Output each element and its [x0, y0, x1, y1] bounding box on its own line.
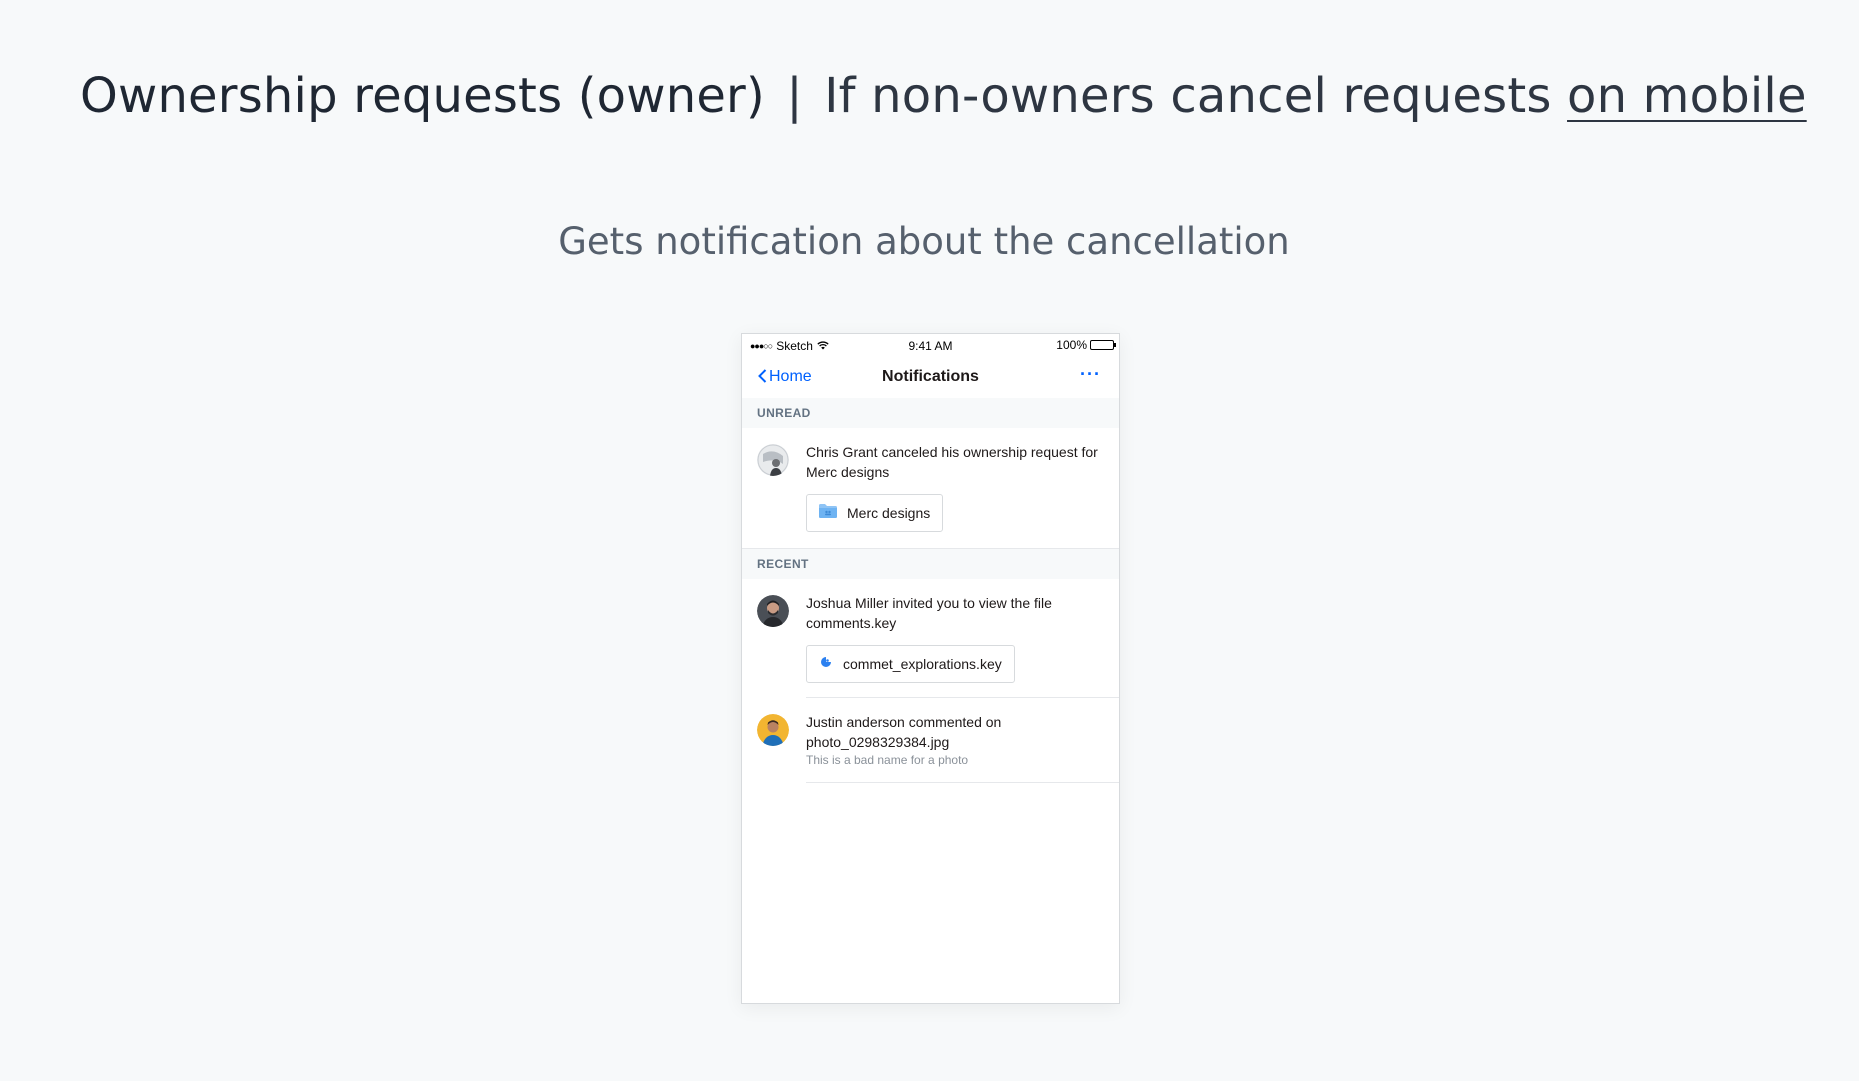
headline-subtitle: If non-owners cancel requests: [824, 68, 1552, 124]
nav-bar: Home Notifications ···: [742, 356, 1119, 398]
comment-preview: This is a bad name for a photo: [806, 753, 969, 767]
notification-text: Chris Grant canceled his ownership reque…: [806, 444, 1098, 480]
status-right: 100%: [1056, 338, 1116, 352]
file-chip-label: Merc designs: [847, 505, 931, 521]
divider: [806, 782, 1119, 783]
battery-icon: [1090, 340, 1116, 350]
headline-link[interactable]: on mobile: [1567, 68, 1807, 124]
file-chip-label: commet_explorations.key: [843, 656, 1002, 672]
page: Ownership requests (owner) | If non-owne…: [0, 0, 1859, 1081]
page-subheading: Gets notification about the cancellation: [558, 220, 1290, 263]
notification-text: Justin anderson commented on photo_02983…: [806, 714, 1002, 750]
section-header-recent: RECENT: [742, 549, 1119, 579]
file-chip[interactable]: commet_explorations.key: [806, 645, 1015, 683]
notification-item[interactable]: Joshua Miller invited you to view the fi…: [742, 579, 1119, 697]
shared-folder-icon: [819, 503, 837, 523]
notification-item[interactable]: Justin anderson commented on photo_02983…: [742, 698, 1119, 782]
more-dots-icon[interactable]: ···: [1080, 364, 1101, 385]
page-headline: Ownership requests (owner) | If non-owne…: [80, 68, 1807, 124]
status-bar: ●●●○○ Sketch 9:41 AM 100%: [742, 334, 1119, 356]
avatar: [757, 595, 789, 627]
avatar: [757, 444, 789, 476]
headline-separator: |: [786, 68, 803, 124]
file-chip[interactable]: Merc designs: [806, 494, 944, 532]
phone-screen: ●●●○○ Sketch 9:41 AM 100% Home Notificat…: [741, 333, 1120, 1004]
notification-item[interactable]: Chris Grant canceled his ownership reque…: [742, 428, 1119, 548]
section-header-unread: UNREAD: [742, 398, 1119, 428]
avatar: [757, 714, 789, 746]
nav-title: Notifications: [882, 368, 979, 385]
headline-title: Ownership requests (owner): [80, 68, 765, 124]
battery-percent: 100%: [1056, 338, 1087, 352]
keynote-file-icon: [819, 654, 833, 674]
notification-text: Joshua Miller invited you to view the fi…: [806, 595, 1052, 631]
